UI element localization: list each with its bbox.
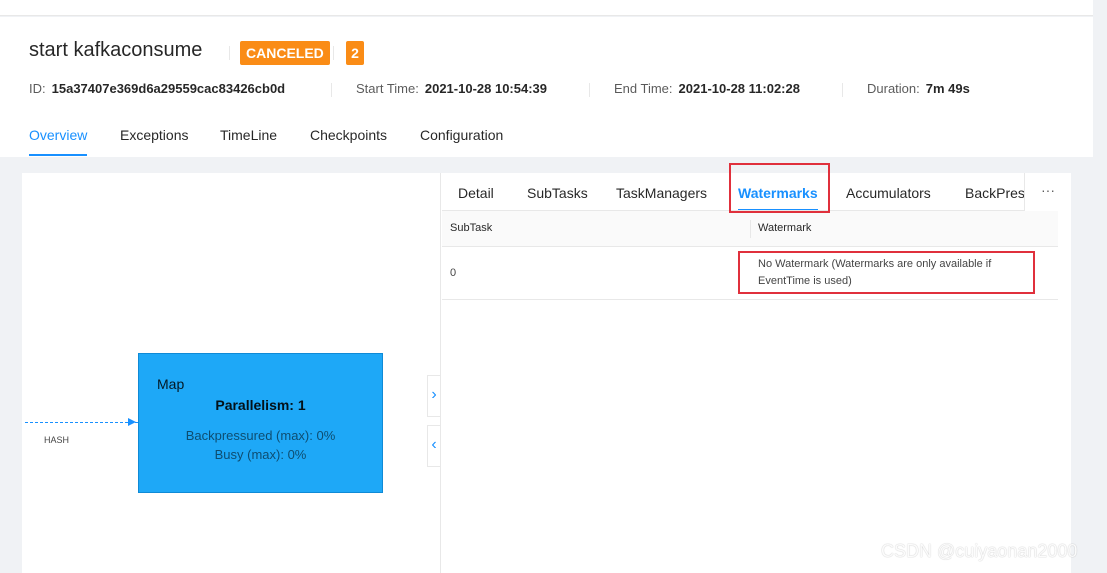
task-count-badge: 2 [346, 41, 364, 65]
sub-tab-backpressure[interactable]: BackPress [965, 185, 1024, 201]
divider [331, 83, 332, 97]
tab-configuration[interactable]: Configuration [420, 127, 503, 143]
divider [589, 83, 590, 97]
chevron-right-icon: › [431, 386, 437, 403]
end-time: End Time: 2021-10-28 11:02:28 [614, 81, 800, 96]
chevron-left-icon: ‹ [431, 436, 437, 453]
more-tabs-button[interactable]: ··· [1024, 173, 1071, 211]
vertex-detail-panel: Detail SubTasks TaskManagers Watermarks … [442, 173, 1071, 573]
start-time: Start Time: 2021-10-28 10:54:39 [356, 81, 547, 96]
tab-checkpoints[interactable]: Checkpoints [310, 127, 387, 143]
expand-panel-button[interactable]: › [427, 375, 441, 417]
node-backpressured: Backpressured (max): 0% [185, 428, 336, 443]
column-header-watermark: Watermark [758, 222, 812, 234]
job-id: ID: 15a37407e369d6a29559cac83426cb0d [29, 81, 285, 96]
divider [333, 46, 334, 60]
duration-label: Duration: [867, 81, 920, 96]
job-id-value: 15a37407e369d6a29559cac83426cb0d [51, 81, 286, 96]
job-graph[interactable]: HASH Map Parallelism: 1 Backpressured (m… [22, 173, 441, 573]
start-time-label: Start Time: [356, 81, 419, 96]
edge-label: HASH [44, 435, 70, 445]
node-busy: Busy (max): 0% [214, 447, 307, 462]
status-badge: CANCELED [240, 41, 330, 65]
tab-timeline[interactable]: TimeLine [220, 127, 277, 143]
duration-value: 7m 49s [925, 81, 970, 96]
cell-subtask: 0 [450, 267, 457, 279]
job-header: start kafkaconsume CANCELED 2 ID: 15a3740… [0, 17, 1093, 157]
tab-overview[interactable]: Overview [29, 127, 88, 156]
edge-arrow-icon [128, 418, 136, 426]
graph-node-map[interactable]: Map Parallelism: 1 Backpressured (max): … [138, 353, 383, 493]
tab-exceptions[interactable]: Exceptions [120, 127, 188, 143]
sub-tab-subtasks[interactable]: SubTasks [527, 185, 588, 201]
job-id-label: ID: [29, 81, 46, 96]
duration: Duration: 7m 49s [867, 81, 970, 96]
start-time-value: 2021-10-28 10:54:39 [424, 81, 548, 96]
divider [229, 46, 230, 60]
job-title: start kafkaconsume [29, 39, 203, 61]
table-header: SubTask Watermark [442, 211, 1058, 247]
graph-edge [25, 422, 138, 424]
ellipsis-icon: ··· [1041, 182, 1055, 198]
column-header-subtask: SubTask [450, 222, 493, 234]
end-time-label: End Time: [614, 81, 673, 96]
end-time-value: 2021-10-28 11:02:28 [678, 81, 800, 96]
collapse-panel-button[interactable]: ‹ [427, 425, 441, 467]
column-divider [750, 220, 751, 238]
top-strip [0, 0, 1093, 16]
highlight-box [738, 251, 1035, 294]
sub-tab-detail[interactable]: Detail [458, 185, 494, 201]
sub-tab-taskmanagers[interactable]: TaskManagers [616, 185, 707, 201]
image-watermark: CSDN @cuiyaonan2000 [881, 541, 1078, 561]
job-content: HASH Map Parallelism: 1 Backpressured (m… [22, 173, 1071, 573]
node-parallelism: Parallelism: 1 [215, 397, 306, 413]
divider [842, 83, 843, 97]
node-name: Map [157, 376, 185, 392]
sub-tab-accumulators[interactable]: Accumulators [846, 185, 931, 201]
highlight-box [729, 163, 830, 213]
